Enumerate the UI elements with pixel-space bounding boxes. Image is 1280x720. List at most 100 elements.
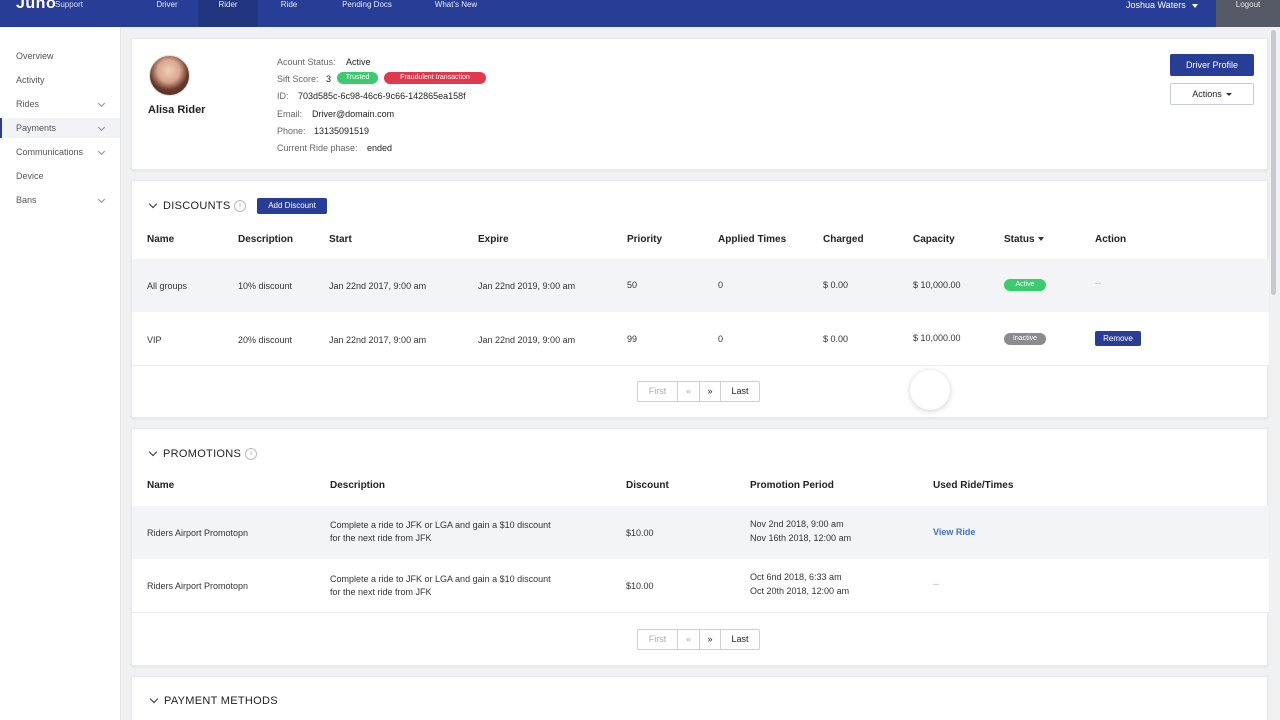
profile-card: Alisa Rider Acount Status: Active Sift S… bbox=[131, 38, 1268, 170]
cell-description: 10% discount bbox=[238, 281, 293, 291]
avatar bbox=[149, 55, 190, 96]
pager-last[interactable]: Last bbox=[721, 382, 759, 401]
pager-last[interactable]: Last bbox=[721, 630, 759, 649]
sidebar-item-label: Rides bbox=[16, 99, 40, 109]
tab-driver[interactable]: Driver bbox=[138, 0, 196, 27]
pager-prev[interactable]: « bbox=[678, 382, 700, 401]
sidebar-item-activity[interactable]: Activity bbox=[0, 70, 120, 90]
pager-prev[interactable]: « bbox=[678, 630, 700, 649]
cell-discount: $10.00 bbox=[626, 528, 654, 538]
chevron-down-icon bbox=[1225, 93, 1232, 97]
col-capacity: Capacity bbox=[913, 234, 955, 245]
actions-label: Actions bbox=[1192, 89, 1222, 99]
rider-name: Alisa Rider bbox=[148, 104, 206, 116]
scrollbar[interactable] bbox=[1271, 30, 1276, 295]
sift-score-label: Sift Score: bbox=[277, 74, 319, 84]
col-name: Name bbox=[147, 480, 175, 491]
cell-period-start: Oct 6nd 2018, 6:33 am bbox=[750, 572, 842, 582]
logout-button[interactable]: Logout bbox=[1216, 0, 1280, 27]
add-discount-button[interactable]: Add Discount bbox=[257, 198, 327, 214]
sidebar-item-bans[interactable]: Bans bbox=[0, 190, 120, 210]
phone-value: 13135091519 bbox=[314, 126, 370, 136]
cell-capacity: $ 10,000.00 bbox=[913, 333, 961, 343]
cell-description-line1: Complete a ride to JFK or LGA and gain a… bbox=[330, 574, 551, 584]
table-row: Riders Airport Promotopn Complete a ride… bbox=[132, 506, 1269, 559]
email-label: Email: bbox=[277, 109, 303, 119]
chevron-down-icon bbox=[97, 195, 106, 204]
sidebar-item-label: Payments bbox=[16, 123, 57, 133]
info-icon[interactable]: i bbox=[234, 200, 246, 212]
actions-dropdown[interactable]: Actions bbox=[1170, 83, 1254, 105]
col-name: Name bbox=[147, 234, 175, 245]
cell-expire: Jan 22nd 2019, 9:00 am bbox=[478, 281, 576, 291]
sidebar-item-label: Overview bbox=[16, 51, 54, 61]
cell-discount: $10.00 bbox=[626, 581, 654, 591]
cell-description-line2: for the next ride from JFK bbox=[330, 533, 432, 543]
col-applied-times: Applied Times bbox=[718, 234, 787, 245]
cell-action: -- bbox=[1095, 278, 1101, 288]
cell-charged: $ 0.00 bbox=[823, 280, 849, 290]
info-icon[interactable]: i bbox=[245, 448, 257, 460]
payment-methods-card: PAYMENT METHODS bbox=[131, 676, 1268, 720]
cell-period-start: Nov 2nd 2018, 9:00 am bbox=[750, 519, 844, 529]
chevron-down-icon[interactable] bbox=[148, 447, 158, 457]
ride-phase-value: ended bbox=[367, 143, 393, 153]
cell-priority: 99 bbox=[627, 334, 638, 344]
tab-rider[interactable]: Rider bbox=[198, 0, 258, 27]
pager-first[interactable]: First bbox=[638, 630, 678, 649]
col-priority: Priority bbox=[627, 234, 663, 245]
pager-next[interactable]: » bbox=[700, 630, 721, 649]
user-name: Joshua Waters bbox=[1126, 0, 1186, 10]
chevron-down-icon[interactable] bbox=[148, 199, 158, 209]
id-label: ID: bbox=[277, 91, 289, 101]
pagination: First « » Last bbox=[637, 629, 760, 650]
user-menu[interactable]: Joshua Waters bbox=[1126, 0, 1198, 10]
brand-subtitle: Support bbox=[55, 0, 84, 9]
col-charged: Charged bbox=[823, 234, 864, 245]
col-status[interactable]: Status bbox=[1004, 234, 1044, 245]
top-nav: Juno Support Driver Rider Ride Pending D… bbox=[0, 0, 1280, 27]
remove-button[interactable]: Remove bbox=[1095, 331, 1141, 346]
table-row: All groups 10% discount Jan 22nd 2017, 9… bbox=[132, 259, 1269, 312]
discounts-card: DISCOUNTS i Add Discount Name Descriptio… bbox=[131, 180, 1269, 418]
status-badge: Active bbox=[1004, 279, 1046, 291]
promotions-card: PROMOTIONS i Name Description Discount P… bbox=[131, 428, 1269, 666]
table-row: VIP 20% discount Jan 22nd 2017, 9:00 am … bbox=[132, 312, 1269, 366]
cell-start: Jan 22nd 2017, 9:00 am bbox=[329, 281, 427, 291]
sidebar-item-payments[interactable]: Payments bbox=[0, 118, 120, 138]
cell-name: Riders Airport Promotopn bbox=[147, 528, 249, 538]
tab-whats-new[interactable]: What's New bbox=[420, 0, 492, 27]
phone-label: Phone: bbox=[277, 126, 306, 136]
cell-name: VIP bbox=[147, 335, 162, 345]
driver-profile-button[interactable]: Driver Profile bbox=[1170, 54, 1254, 76]
chevron-down-icon bbox=[97, 147, 106, 156]
chevron-down-icon bbox=[97, 123, 106, 132]
account-status-value: Active bbox=[346, 57, 371, 67]
sidebar-item-label: Device bbox=[16, 171, 44, 181]
brand-logo[interactable]: Juno bbox=[16, 0, 56, 13]
sidebar-item-label: Bans bbox=[16, 195, 37, 205]
col-start: Start bbox=[329, 234, 352, 245]
sidebar-item-rides[interactable]: Rides bbox=[0, 94, 120, 114]
trusted-badge: Trusted bbox=[337, 72, 378, 84]
pager-first[interactable]: First bbox=[638, 382, 678, 401]
sidebar-item-communications[interactable]: Communications bbox=[0, 142, 120, 162]
tab-ride[interactable]: Ride bbox=[262, 0, 316, 27]
promotions-title: PROMOTIONS bbox=[163, 448, 242, 460]
col-description: Description bbox=[330, 480, 386, 491]
fraud-badge: Fraudulent transaction bbox=[384, 72, 486, 84]
col-used-ride-times: Used Ride/Times bbox=[933, 480, 1014, 491]
pagination: First « » Last bbox=[637, 381, 760, 402]
tab-pending-docs[interactable]: Pending Docs bbox=[330, 0, 404, 27]
sidebar-item-overview[interactable]: Overview bbox=[0, 46, 120, 66]
filter-icon bbox=[1037, 237, 1044, 242]
view-ride-link[interactable]: View Ride bbox=[933, 527, 975, 537]
cell-description-line2: for the next ride from JFK bbox=[330, 587, 432, 597]
cell-expire: Jan 22nd 2019, 9:00 am bbox=[478, 335, 576, 345]
pager-next[interactable]: » bbox=[700, 382, 721, 401]
chevron-down-icon[interactable] bbox=[149, 694, 159, 704]
sidebar-item-label: Communications bbox=[16, 147, 84, 157]
sidebar-item-device[interactable]: Device bbox=[0, 166, 120, 186]
chevron-down-icon bbox=[97, 99, 106, 108]
id-value: 703d585c-6c98-46c6-9c66-142865ea158f bbox=[298, 91, 466, 101]
